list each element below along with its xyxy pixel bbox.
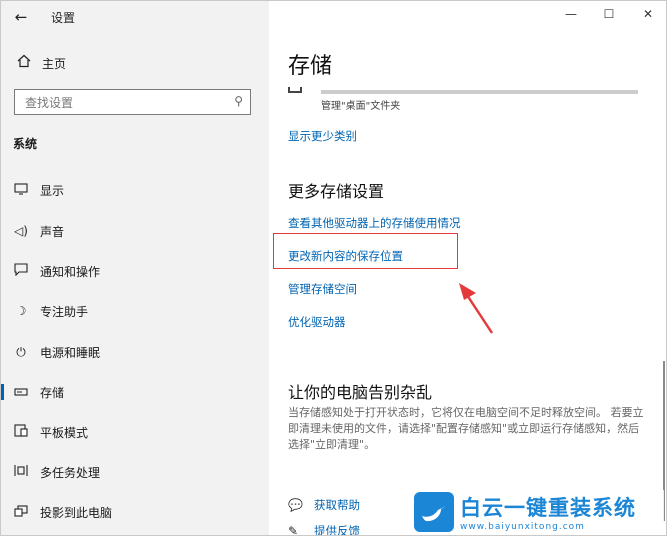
watermark-url: www.baiyunxitong.com [460, 522, 585, 532]
sidebar-item-label: 平板模式 [40, 425, 89, 440]
bird-logo-icon [414, 492, 454, 532]
optimize-drives-link[interactable]: 优化驱动器 [288, 314, 346, 330]
sidebar-item-label: 电源和睡眠 [40, 345, 101, 360]
storage-icon [11, 385, 31, 399]
sidebar-item-label: 专注助手 [40, 304, 89, 319]
home-icon [14, 54, 34, 72]
sidebar-item-storage[interactable]: 存储 [1, 377, 269, 407]
settings-window: ← 设置 主页 ⚲ 系统 显示 ◁) 声音 通知和操 [0, 0, 667, 536]
more-storage-heading: 更多存储设置 [288, 182, 385, 201]
back-arrow-icon: ← [14, 8, 28, 26]
show-fewer-categories-link[interactable]: 显示更少类别 [288, 128, 357, 144]
sidebar-item-multitasking[interactable]: 多任务处理 [1, 457, 269, 487]
sidebar-item-power[interactable]: ⏻ 电源和睡眠 [1, 337, 269, 367]
search-input[interactable] [23, 91, 227, 115]
page-title: 存储 [288, 54, 333, 79]
watermark-title: 白云一键重装系统 [460, 496, 636, 520]
sidebar-item-label: 存储 [40, 385, 65, 400]
red-arrow-icon [459, 283, 494, 334]
search-icon[interactable]: ⚲ [234, 94, 243, 108]
manage-storage-spaces-link[interactable]: 管理存储空间 [288, 281, 357, 297]
drive-icon [288, 87, 302, 93]
clutter-heading: 让你的电脑告别杂乱 [288, 383, 433, 402]
get-help-row[interactable]: 💬 获取帮助 [288, 495, 360, 515]
sidebar-item-focus-assist[interactable]: ☽ 专注助手 [1, 296, 269, 326]
usage-caption: 管理"桌面"文件夹 [321, 101, 401, 112]
display-icon [11, 182, 31, 198]
usage-bar [321, 90, 638, 94]
view-other-drives-link[interactable]: 查看其他驱动器上的存储使用情况 [288, 215, 461, 231]
multitask-icon [11, 464, 31, 480]
sidebar-item-label: 显示 [40, 183, 65, 198]
sidebar: ← 设置 主页 ⚲ 系统 显示 ◁) 声音 通知和操 [1, 1, 269, 535]
home-label: 主页 [42, 56, 67, 71]
sidebar-item-home[interactable]: 主页 [1, 49, 269, 77]
chat-help-icon: 💬 [288, 498, 303, 512]
tablet-icon [11, 424, 31, 440]
feedback-link[interactable]: 提供反馈 [314, 523, 360, 535]
sidebar-item-tablet-mode[interactable]: 平板模式 [1, 417, 269, 447]
sidebar-item-sound[interactable]: ◁) 声音 [1, 216, 269, 246]
feedback-icon: ✎ [288, 524, 299, 536]
get-help-link[interactable]: 获取帮助 [314, 497, 360, 513]
sidebar-item-display[interactable]: 显示 [1, 175, 269, 205]
content-pane: — ☐ ✕ 存储 管理"桌面"文件夹 显示更少类别 更多存储设置 查看其他驱动器… [269, 1, 666, 535]
clutter-description: 当存储感知处于打开状态时，它将仅在电脑空间不足时释放空间。 若要立即清理未使用的… [288, 406, 644, 451]
sidebar-item-label: 通知和操作 [40, 264, 101, 279]
moon-icon: ☽ [15, 304, 27, 318]
feedback-row[interactable]: ✎ 提供反馈 [288, 521, 360, 536]
close-button[interactable]: ✕ [638, 7, 658, 21]
sound-icon: ◁) [14, 224, 28, 238]
watermark: 白云一键重装系统 www.baiyunxitong.com [414, 490, 664, 534]
sidebar-item-label: 多任务处理 [40, 465, 101, 480]
project-icon [11, 504, 31, 520]
sidebar-item-label: 投影到此电脑 [40, 505, 113, 520]
app-title: 设置 [51, 11, 76, 25]
sidebar-item-notifications[interactable]: 通知和操作 [1, 256, 269, 286]
maximize-button[interactable]: ☐ [599, 7, 619, 21]
back-button[interactable]: ← [9, 5, 33, 29]
power-icon: ⏻ [16, 344, 26, 359]
search-box[interactable]: ⚲ [14, 89, 251, 115]
change-save-location-link[interactable]: 更改新内容的保存位置 [288, 248, 403, 264]
notification-icon [11, 263, 31, 279]
sidebar-item-project-to-pc[interactable]: 投影到此电脑 [1, 497, 269, 527]
sidebar-item-label: 声音 [40, 224, 65, 239]
minimize-button[interactable]: — [561, 7, 581, 21]
section-label: 系统 [13, 137, 38, 151]
